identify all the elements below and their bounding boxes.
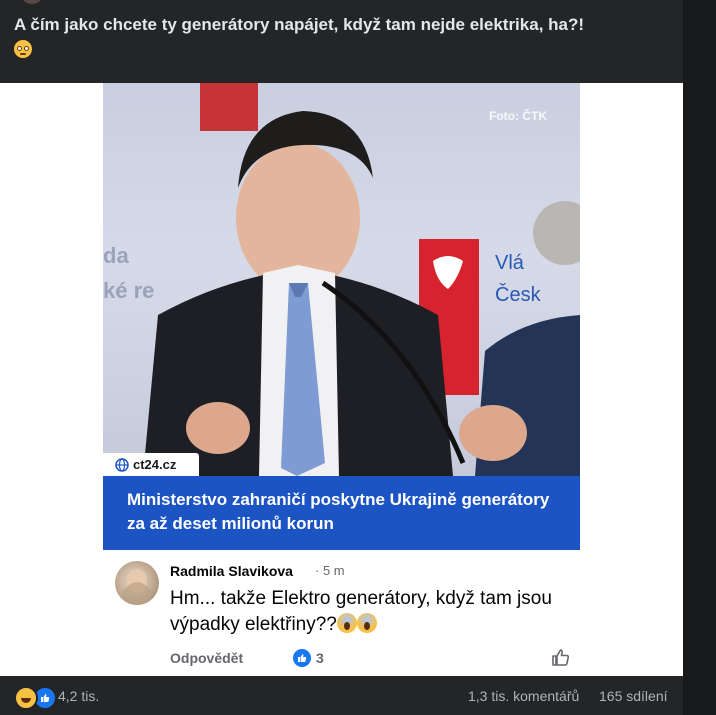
post-text: A čím jako chcete ty generátory napájet,… xyxy=(14,12,674,62)
page-gutter xyxy=(683,0,716,715)
like-reaction-icon xyxy=(293,649,311,667)
flushed-face-emoji-icon xyxy=(14,40,32,58)
news-photo[interactable]: da ké re Vlá Česk Foto: ČTK xyxy=(103,83,580,476)
minister-photo-illustration: da ké re Vlá Česk xyxy=(103,83,580,476)
screaming-face-emoji-icon xyxy=(356,613,377,633)
svg-text:ké re: ké re xyxy=(103,278,154,303)
screaming-face-emoji-icon xyxy=(336,613,357,633)
comment-like-button[interactable] xyxy=(551,647,571,672)
svg-text:Vlá: Vlá xyxy=(495,252,525,274)
reply-button[interactable]: Odpovědět xyxy=(170,650,243,666)
commenter-avatar[interactable] xyxy=(115,561,159,605)
post-text-content: A čím jako chcete ty generátory napájet,… xyxy=(14,15,585,34)
comment-like-count: 3 xyxy=(316,650,324,666)
commenter-name[interactable]: Radmila Slavikova xyxy=(170,563,293,579)
thumbs-up-outline-icon xyxy=(552,649,570,666)
svg-text:da: da xyxy=(103,243,129,268)
globe-icon xyxy=(115,457,129,472)
source-label: ct24.cz xyxy=(103,453,199,476)
author-avatar[interactable] xyxy=(20,0,44,4)
comment-text: Hm... takže Elektro generátory, když tam… xyxy=(170,586,570,638)
thumbs-up-icon xyxy=(298,654,307,662)
post-media[interactable]: da ké re Vlá Česk Foto: ČTK ct24.cz Mini… xyxy=(0,83,683,676)
comments-count[interactable]: 1,3 tis. komentářů xyxy=(468,688,579,704)
shares-count[interactable]: 165 sdílení xyxy=(599,688,668,704)
post-card: A čím jako chcete ty generátory napájet,… xyxy=(0,0,683,715)
thumbs-up-icon xyxy=(41,694,50,702)
comment-time[interactable]: · 5 m xyxy=(315,563,345,578)
headline-text: Ministerstvo zahraničí poskytne Ukrajině… xyxy=(127,490,550,533)
post-footer: 4,2 tis. 1,3 tis. komentářů 165 sdílení xyxy=(0,676,683,715)
photo-credit: Foto: ČTK xyxy=(489,109,547,123)
reactions-summary[interactable] xyxy=(14,686,57,710)
svg-text:Česk: Česk xyxy=(495,283,542,306)
embedded-comment: Radmila Slavikova · 5 m Hm... takže Elek… xyxy=(103,553,580,675)
source-label-text: ct24.cz xyxy=(133,457,177,472)
commenter-avatar-image xyxy=(123,569,151,605)
headline-banner: Ministerstvo zahraničí poskytne Ukrajině… xyxy=(103,476,580,550)
reactions-count[interactable]: 4,2 tis. xyxy=(58,688,99,704)
haha-reaction-icon xyxy=(14,686,38,710)
